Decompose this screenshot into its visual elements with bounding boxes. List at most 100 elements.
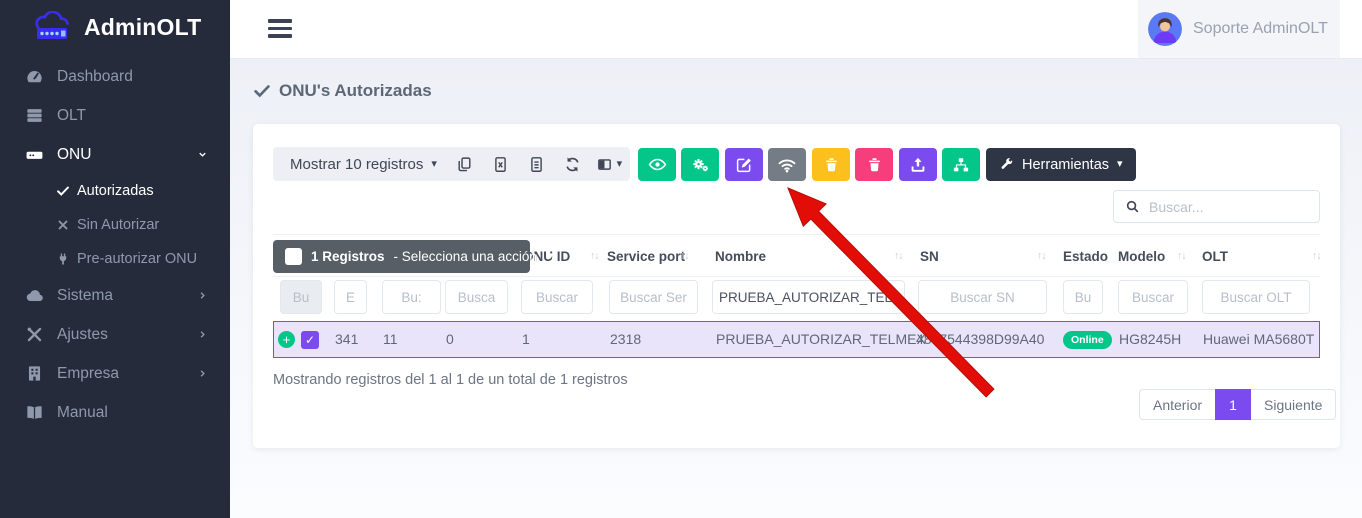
caret-down-icon: ▾ (617, 159, 623, 170)
pagination-next-button[interactable]: Siguiente (1251, 389, 1336, 420)
delete-button[interactable] (855, 148, 893, 181)
show-entries-dropdown[interactable]: Mostrar 10 registros ▾ (273, 156, 447, 173)
row-checkbox[interactable]: ✓ (301, 331, 319, 349)
sidebar-subitem-pre-autorizar[interactable]: Pre-autorizar ONU (0, 242, 230, 276)
sort-icon[interactable]: ↑↓ (590, 235, 599, 278)
app: AdminOLT Dashboard OLT ONU Autorizadas (0, 0, 1362, 518)
sidebar-item-label: Manual (57, 404, 108, 422)
sidebar-item-manual[interactable]: Manual (0, 393, 230, 432)
soft-delete-button[interactable] (812, 148, 850, 181)
sitemap-icon (952, 156, 970, 174)
edit-button[interactable] (725, 148, 763, 181)
router-icon (25, 145, 44, 164)
refresh-icon (564, 156, 581, 173)
sidebar-item-sistema[interactable]: Sistema (0, 276, 230, 315)
user-menu[interactable]: Soporte AdminOLT (1138, 0, 1340, 58)
cell-sn: 4857544398D99A40 (916, 322, 1044, 357)
edit-icon (735, 156, 753, 174)
column-header-sn[interactable]: SN (920, 235, 939, 278)
table-filter-row (273, 280, 1320, 315)
pagination-prev-button[interactable]: Anterior (1139, 389, 1215, 420)
cell-col3: 0 (446, 322, 454, 357)
bulk-action-label: - Selecciona una acción (394, 249, 537, 264)
menu-toggle-button[interactable] (268, 19, 292, 38)
file-excel-icon (492, 156, 509, 173)
check-icon (56, 184, 70, 198)
table-info-text: Mostrando registros del 1 al 1 de un tot… (273, 372, 628, 388)
x-icon (56, 218, 70, 232)
table-toolbar: Mostrar 10 registros ▾ (273, 147, 630, 181)
tools-dropdown-button[interactable]: Herramientas ▾ (986, 148, 1136, 181)
sidebar-item-olt[interactable]: OLT (0, 96, 230, 135)
page-title: ONU's Autorizadas (253, 81, 432, 101)
export-excel-button[interactable] (483, 147, 519, 181)
user-name: Soporte AdminOLT (1193, 20, 1328, 38)
table-row[interactable]: + ✓ 341 11 0 1 2318 PRUEBA_AUTORIZAR_TEL… (273, 321, 1320, 358)
filter-input-col2[interactable] (382, 280, 441, 314)
chevron-down-icon (197, 149, 208, 160)
export-file-button[interactable] (519, 147, 555, 181)
caret-down-icon: ▾ (1117, 159, 1123, 170)
cell-modelo: HG8245H (1119, 322, 1181, 357)
sidebar-item-label: ONU (57, 146, 91, 164)
sidebar-subitem-sin-autorizar[interactable]: Sin Autorizar (0, 208, 230, 242)
wifi-button[interactable] (768, 148, 806, 181)
plug-icon (56, 252, 70, 266)
filter-input-olt[interactable] (1202, 280, 1310, 314)
filter-input-sn[interactable] (918, 280, 1047, 314)
column-header-estado[interactable]: Estado (1063, 235, 1108, 278)
chevron-right-icon (197, 290, 208, 301)
view-button[interactable] (638, 148, 676, 181)
tools-icon (25, 325, 44, 344)
column-header-modelo[interactable]: Modelo (1118, 235, 1165, 278)
table-search (1113, 190, 1320, 223)
sort-icon[interactable]: ↑↓ (1312, 235, 1321, 278)
chevron-right-icon (197, 368, 208, 379)
topbar: Soporte AdminOLT (230, 0, 1362, 58)
sidebar: AdminOLT Dashboard OLT ONU Autorizadas (0, 0, 230, 518)
pagination-page-1[interactable]: 1 (1215, 389, 1251, 420)
column-header-service-port[interactable]: Service port (607, 235, 685, 278)
refresh-button[interactable] (555, 147, 591, 181)
wrench-icon (999, 157, 1014, 172)
select-all-checkbox[interactable] (285, 248, 302, 265)
sitemap-button[interactable] (942, 148, 980, 181)
sort-icon[interactable]: ↑↓ (894, 235, 903, 278)
filter-input-estado[interactable] (1063, 280, 1103, 314)
column-header-olt[interactable]: OLT (1202, 235, 1228, 278)
filter-input-modelo[interactable] (1118, 280, 1188, 314)
filter-input-id[interactable] (334, 280, 367, 314)
sort-icon[interactable]: ↑↓ (1177, 235, 1186, 278)
sidebar-item-empresa[interactable]: Empresa (0, 354, 230, 393)
gauge-icon (25, 67, 44, 86)
filter-input-nombre[interactable] (712, 280, 905, 314)
main-area: Soporte AdminOLT ONU's Autorizadas Mostr… (230, 0, 1362, 518)
bulk-action-bar[interactable]: 1 Registros - Selecciona una acción ▾ (273, 240, 530, 273)
sidebar-item-label: Dashboard (57, 68, 133, 86)
brand-logo[interactable]: AdminOLT (0, 0, 230, 43)
filter-input-col3[interactable] (445, 280, 508, 314)
copy-button[interactable] (447, 147, 483, 181)
check-icon (253, 82, 271, 100)
trash-icon (866, 156, 883, 173)
search-input[interactable] (1149, 199, 1308, 215)
configure-button[interactable] (681, 148, 719, 181)
sidebar-nav: Dashboard OLT ONU Autorizadas Sin Autori… (0, 57, 230, 432)
sidebar-item-ajustes[interactable]: Ajustes (0, 315, 230, 354)
filter-input-onu-id[interactable] (521, 280, 593, 314)
expand-row-button[interactable]: + (278, 331, 295, 348)
filter-input-service-port[interactable] (609, 280, 698, 314)
column-visibility-dropdown[interactable]: ▾ (591, 147, 627, 181)
column-header-nombre[interactable]: Nombre (715, 235, 766, 278)
sidebar-item-dashboard[interactable]: Dashboard (0, 57, 230, 96)
datatable-card: Mostrar 10 registros ▾ (253, 124, 1340, 448)
sidebar-item-onu[interactable]: ONU (0, 135, 230, 174)
sidebar-subitem-autorizadas[interactable]: Autorizadas (0, 174, 230, 208)
trash-icon (823, 156, 840, 173)
sort-icon[interactable]: ↑↓ (680, 235, 689, 278)
sort-icon[interactable]: ↑↓ (1037, 235, 1046, 278)
upload-button[interactable] (899, 148, 937, 181)
eye-icon (648, 155, 667, 174)
avatar (1148, 12, 1182, 46)
server-icon (25, 106, 44, 125)
